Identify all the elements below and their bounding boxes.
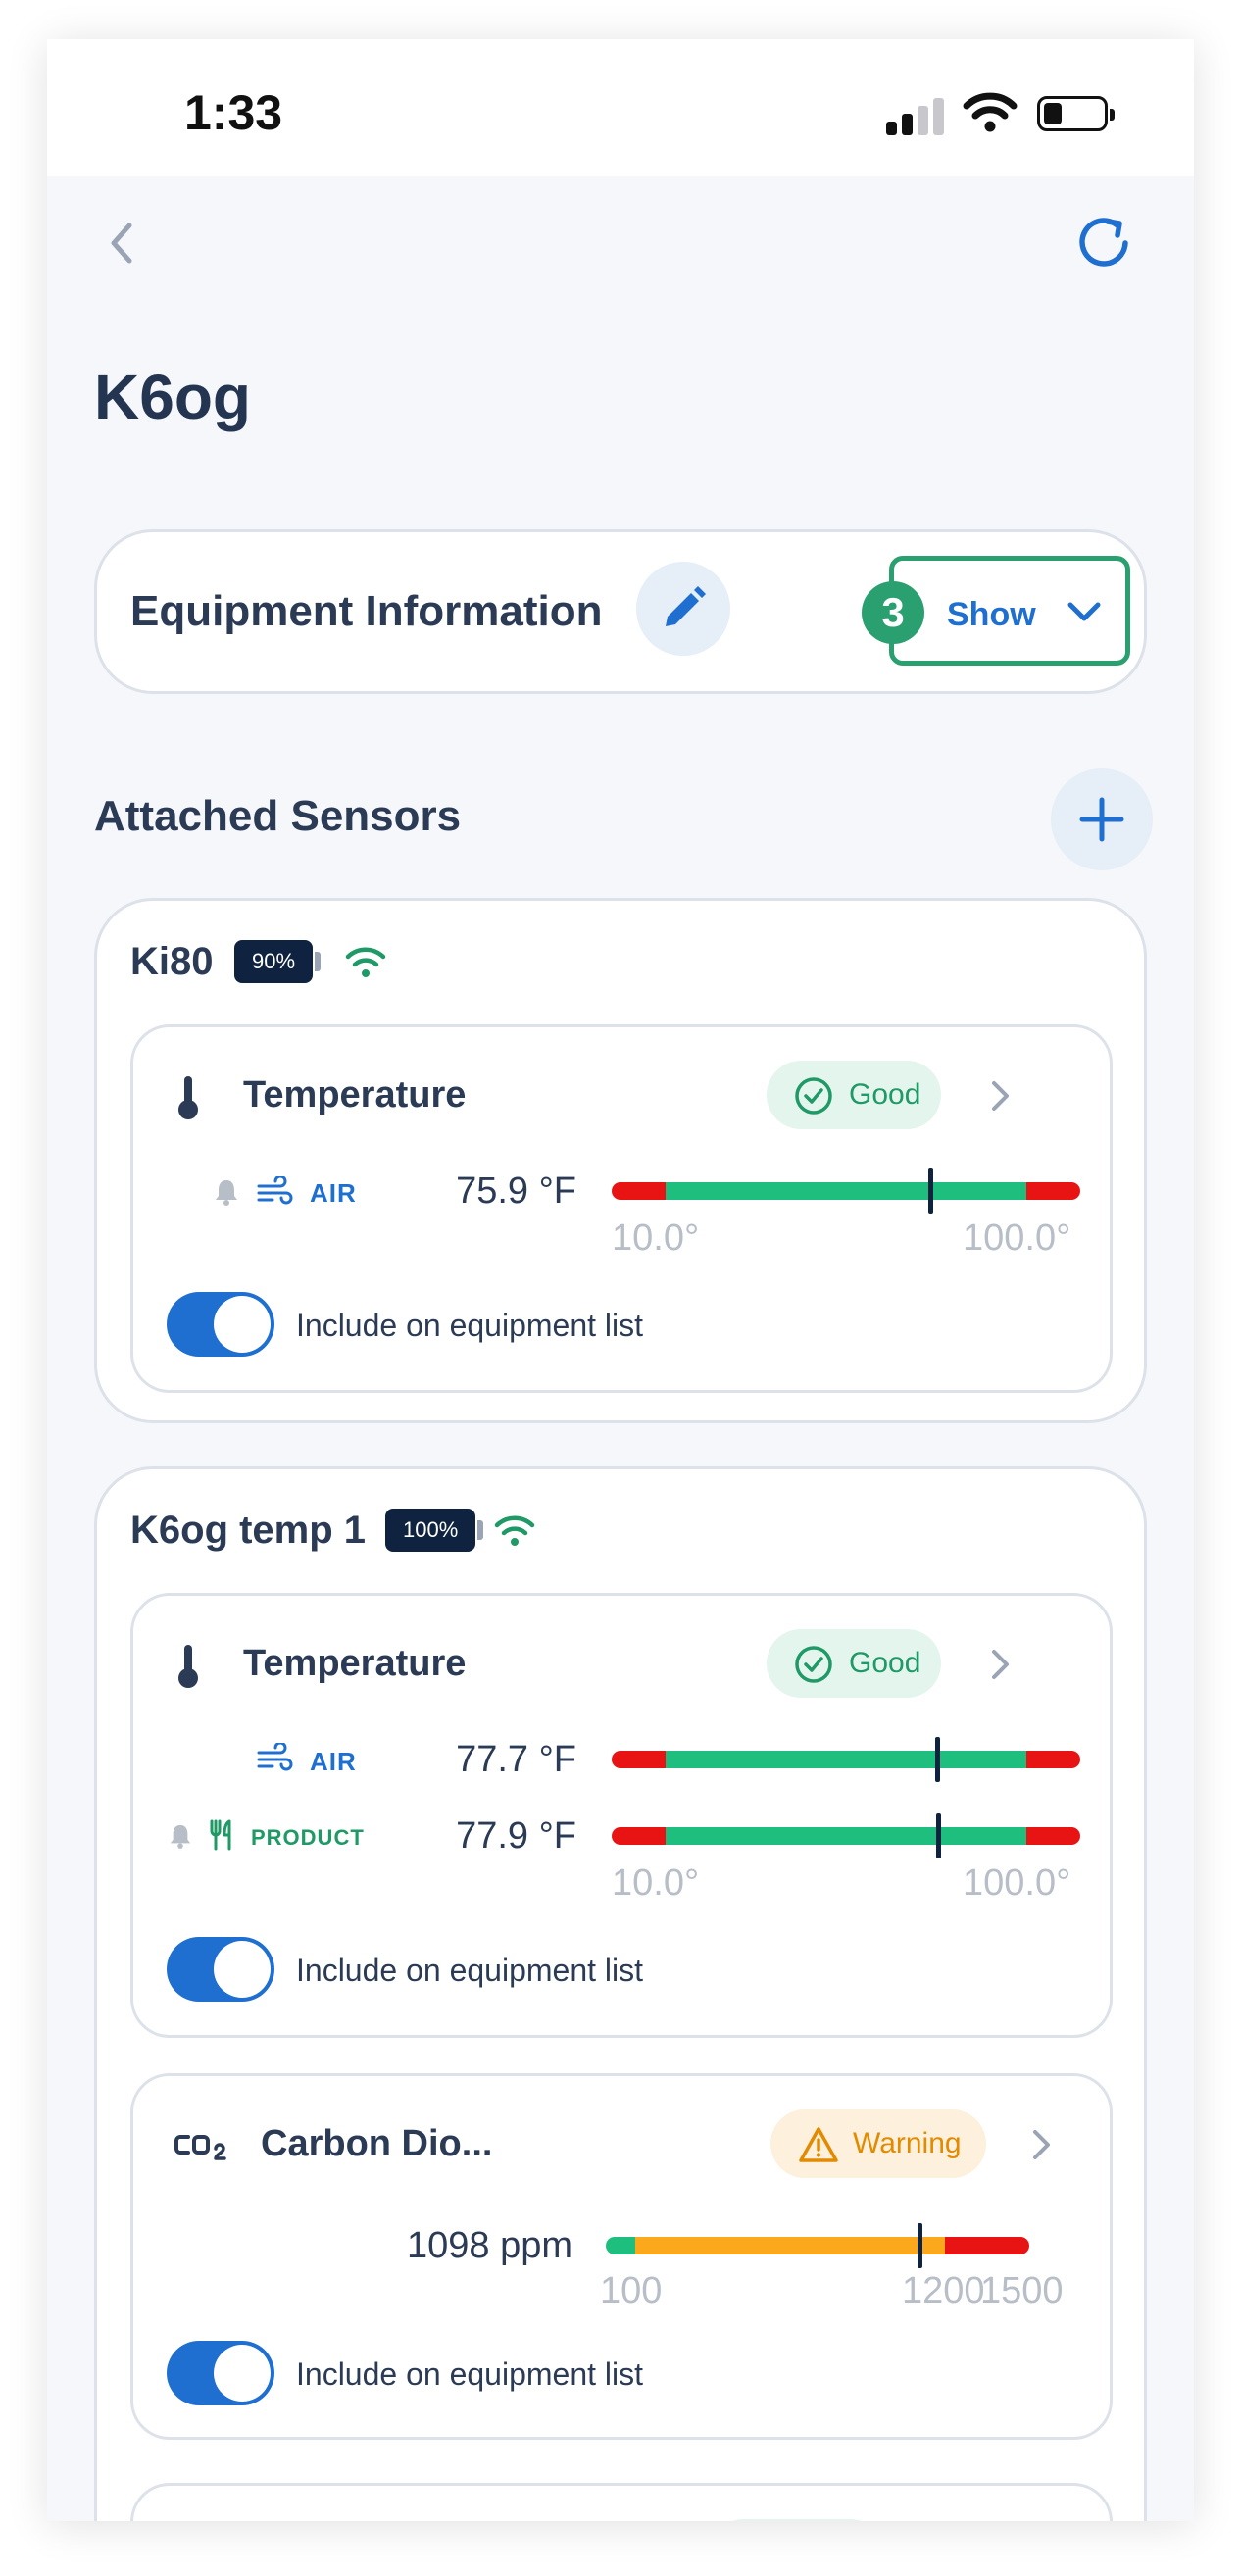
wifi-signal-icon: [345, 947, 386, 977]
gauge-segment: [612, 1182, 666, 1200]
chevron-right-icon[interactable]: [1029, 2127, 1053, 2162]
chevron-right-icon[interactable]: [988, 1078, 1012, 1114]
wifi-signal-icon: [494, 1515, 535, 1546]
gauge-segment: [665, 1751, 1027, 1768]
show-equipment-info-button[interactable]: Show: [889, 556, 1130, 666]
gauge-segment: [612, 1827, 666, 1845]
include-list-toggle[interactable]: [167, 1937, 274, 2002]
sensor-name: Ki80: [130, 940, 214, 983]
gauge-segment: [612, 1751, 666, 1768]
show-button-label: Show: [947, 596, 1036, 633]
add-sensor-button[interactable]: [1051, 768, 1153, 870]
phone-screen: 1:33 K6og Equipment Information Show 3 A…: [47, 39, 1194, 2521]
status-badge: Good: [767, 1061, 941, 1129]
gauge-segment: [635, 2237, 945, 2254]
battery-percent: 90%: [252, 949, 296, 973]
plus-icon: [1079, 797, 1124, 842]
row-label: AIR: [310, 1747, 357, 1776]
edit-equipment-button[interactable]: [636, 562, 730, 656]
gauge-marker: [935, 1737, 941, 1782]
toggle-label: Include on equipment list: [296, 2356, 643, 2392]
thermometer-icon: [178, 1645, 198, 1688]
reading-gauge: [612, 1813, 1080, 1858]
temperature-reading-card[interactable]: Temperature Good AIR 75.9 °F 10.0° 100.0…: [130, 1024, 1113, 1393]
gauge-min-label: 10.0°: [612, 1862, 700, 1904]
temperature-reading-card[interactable]: Temperature Good AIR 77.7 °F PRODUCT 77.…: [130, 1593, 1113, 2038]
gauge-max-label: 1500: [980, 2270, 1064, 2311]
gauge-min-label: 10.0°: [612, 1217, 700, 1259]
gauge-segment: [1026, 1182, 1080, 1200]
status-badge: Good: [767, 1629, 941, 1698]
sensor-name: K6og temp 1: [130, 1509, 367, 1552]
gauge-segment: [606, 2237, 636, 2254]
air-flow-icon: [257, 1743, 293, 1771]
gauge-segment: [1026, 1827, 1080, 1845]
toggle-label: Include on equipment list: [296, 1953, 643, 1988]
row-label: AIR: [310, 1178, 357, 1208]
reading-value: 1098 ppm: [406, 2225, 572, 2266]
status-bar: 1:33: [47, 39, 1194, 176]
gauge-segment: [944, 2237, 1029, 2254]
refresh-icon[interactable]: [1070, 208, 1139, 276]
pencil-icon: [666, 586, 706, 626]
reading-value: 77.9 °F: [456, 1815, 576, 1857]
bell-icon: [216, 1180, 237, 1206]
status-text: Good: [849, 1647, 921, 1679]
row-label: PRODUCT: [251, 1825, 365, 1850]
battery-icon: [1037, 96, 1115, 131]
reading-title: Temperature: [243, 1643, 467, 1684]
status-text: Warning: [853, 2127, 962, 2159]
reading-value: 77.7 °F: [456, 1739, 576, 1780]
fork-knife-icon: [210, 1819, 231, 1851]
warning-triangle-icon: [799, 2127, 838, 2162]
battery-percent: 100%: [403, 1517, 459, 1542]
chevron-down-icon: [1067, 602, 1101, 621]
bell-icon: [170, 1824, 191, 1849]
gauge-max-label: 100.0°: [963, 1217, 1071, 1259]
chevron-right-icon[interactable]: [988, 1647, 1012, 1682]
battery-badge: 100%: [385, 1509, 484, 1552]
reading-title: Carbon Dio...: [261, 2123, 493, 2164]
gauge-marker: [928, 1168, 934, 1214]
status-badge: Warning: [770, 2109, 986, 2178]
include-list-toggle[interactable]: [167, 2341, 274, 2405]
sensor-card: K6og temp 1 100% Temperature Good AIR 77…: [94, 1466, 1147, 2521]
equipment-info-title: Equipment Information: [130, 587, 603, 635]
reading-gauge: [612, 1168, 1080, 1214]
reading-title: Temperature: [243, 1074, 467, 1115]
status-time: 1:33: [184, 85, 283, 140]
co2-icon: [174, 2135, 226, 2160]
next-reading-card[interactable]: [130, 2483, 1113, 2521]
page-title: K6og: [94, 362, 251, 432]
check-circle-icon: [795, 1077, 832, 1115]
toggle-label: Include on equipment list: [296, 1308, 643, 1343]
gauge-min-label: 100: [600, 2270, 663, 2311]
reading-gauge: [612, 1737, 1080, 1782]
thermometer-icon: [178, 1076, 198, 1119]
gauge-mid-label: 1200: [902, 2270, 985, 2311]
drop-icon: [173, 2519, 206, 2521]
check-circle-icon: [795, 1646, 832, 1683]
step-badge: 3: [862, 581, 924, 644]
equipment-info-card: Equipment Information Show 3: [94, 529, 1147, 694]
gauge-marker: [936, 1813, 942, 1858]
status-badge: [710, 2519, 884, 2521]
battery-badge: 90%: [234, 940, 322, 983]
gauge-segment: [1026, 1751, 1080, 1768]
reading-value: 75.9 °F: [456, 1170, 576, 1212]
back-chevron-icon[interactable]: [94, 214, 153, 272]
cellular-signal-icon: [886, 96, 947, 135]
reading-gauge: [606, 2223, 1029, 2268]
gauge-max-label: 100.0°: [963, 1862, 1071, 1904]
include-list-toggle[interactable]: [167, 1292, 274, 1357]
status-text: Good: [849, 1078, 921, 1111]
sensor-card: Ki80 90% Temperature Good AIR 75.9 °F 10…: [94, 898, 1147, 1423]
gauge-segment: [665, 1182, 1027, 1200]
gauge-segment: [665, 1827, 1027, 1845]
co2-reading-card[interactable]: Carbon Dio... Warning 1098 ppm 100 1200 …: [130, 2073, 1113, 2440]
wifi-icon: [963, 92, 1018, 132]
air-flow-icon: [257, 1176, 293, 1205]
gauge-marker: [917, 2223, 922, 2268]
attached-sensors-title: Attached Sensors: [94, 792, 462, 840]
